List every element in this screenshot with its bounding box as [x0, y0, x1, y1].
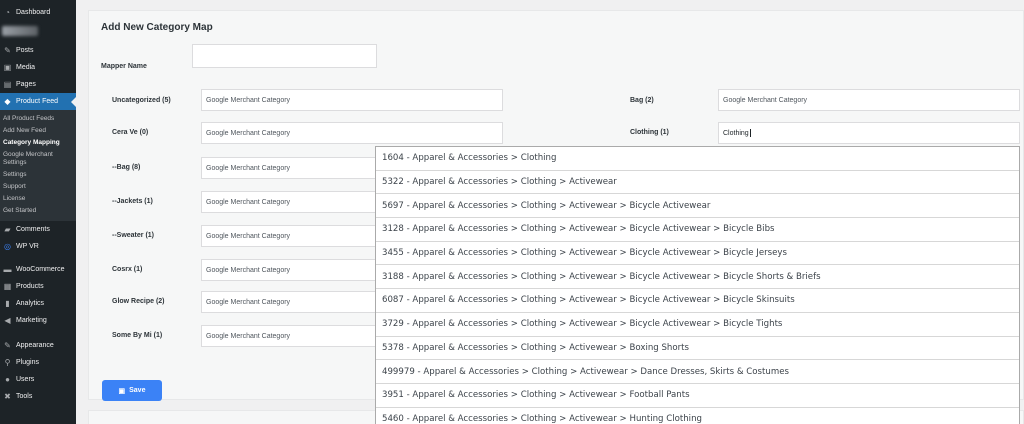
merchant-category-input-glow-recipe[interactable]: Google Merchant Category [201, 291, 376, 313]
dropdown-option[interactable]: 5460 - Apparel & Accessories > Clothing … [376, 408, 1019, 424]
media-icon: ▣ [3, 63, 12, 72]
pin-icon: ✎ [4, 46, 11, 55]
submenu-add-new-feed[interactable]: Add New Feed [0, 125, 76, 137]
dropdown-option[interactable]: 3128 - Apparel & Accessories > Clothing … [376, 218, 1019, 242]
merchant-category-input-bag[interactable]: Google Merchant Category [718, 89, 1020, 111]
merchant-category-input-clothing[interactable]: Clothing [718, 122, 1020, 144]
category-label-some-by-mi: Some By Mi (1) [112, 332, 163, 339]
text-cursor [749, 129, 751, 137]
menu-dashboard[interactable]: ◔ Dashboard [0, 4, 76, 21]
product-feed-submenu: All Product Feeds Add New Feed Category … [0, 110, 76, 221]
dropdown-option[interactable]: 3188 - Apparel & Accessories > Clothing … [376, 265, 1019, 290]
category-label-cera-ve: Cera Ve (0) [112, 129, 149, 136]
menu-media[interactable]: ▣ Media [0, 59, 76, 76]
merchant-category-input-cosrx[interactable]: Google Merchant Category [201, 259, 376, 281]
menu-products[interactable]: ▦ Products [0, 278, 76, 295]
merchant-category-input-uncategorized[interactable]: Google Merchant Category [201, 89, 503, 111]
merchant-category-input-sweater[interactable]: Google Merchant Category [201, 225, 376, 247]
menu-pages[interactable]: ▤ Pages [0, 76, 76, 93]
submenu-get-started[interactable]: Get Started [0, 205, 76, 217]
mapper-name-label: Mapper Name [101, 63, 147, 70]
menu-comments[interactable]: ▰ Comments [0, 221, 76, 238]
dropdown-option[interactable]: 6087 - Apparel & Accessories > Clothing … [376, 289, 1019, 313]
save-button[interactable]: ▣ Save [102, 380, 162, 401]
megaphone-icon: ◀ [4, 316, 11, 325]
dropdown-option[interactable]: 3455 - Apparel & Accessories > Clothing … [376, 242, 1019, 266]
clothing-input-text: Clothing [723, 129, 749, 137]
menu-appearance[interactable]: ✎ Appearance [0, 337, 76, 354]
menu-woocommerce[interactable]: ▬ WooCommerce [0, 261, 76, 278]
dropdown-option[interactable]: 3729 - Apparel & Accessories > Clothing … [376, 313, 1019, 337]
analytics-icon: ▮ [5, 299, 10, 308]
category-label-glow-recipe: Glow Recipe (2) [112, 298, 165, 305]
menu-analytics[interactable]: ▮ Analytics [0, 295, 76, 312]
menu-users[interactable]: ● Users [0, 371, 76, 388]
dropdown-option[interactable]: 499979 - Apparel & Accessories > Clothin… [376, 360, 1019, 384]
submenu-all-product-feeds[interactable]: All Product Feeds [0, 113, 76, 125]
menu-marketing[interactable]: ◀ Marketing [0, 312, 76, 329]
brush-icon: ✎ [4, 341, 11, 350]
menu-product-feed[interactable]: ◆ Product Feed [0, 93, 76, 110]
mapper-name-input[interactable] [192, 44, 377, 68]
pages-icon: ▤ [3, 80, 12, 89]
dropdown-option[interactable]: 1604 - Apparel & Accessories > Clothing [376, 147, 1019, 171]
category-label-cosrx: Cosrx (1) [112, 266, 143, 273]
category-label-bag: Bag (2) [630, 97, 654, 104]
vr-icon: ◎ [4, 242, 11, 251]
submenu-category-mapping[interactable]: Category Mapping [0, 137, 76, 149]
blurred-menu-item [2, 26, 38, 36]
category-label-uncategorized: Uncategorized (5) [112, 97, 171, 104]
merchant-category-input-bag-child[interactable]: Google Merchant Category [201, 157, 376, 179]
category-label-sweater: --Sweater (1) [112, 232, 155, 239]
page-title: Add New Category Map [101, 22, 213, 33]
submenu-license[interactable]: License [0, 193, 76, 205]
active-arrow-icon [71, 96, 76, 107]
dropdown-option[interactable]: 3951 - Apparel & Accessories > Clothing … [376, 384, 1019, 408]
products-icon: ▦ [3, 282, 12, 291]
wrench-icon: ✖ [4, 392, 11, 401]
submenu-settings[interactable]: Settings [0, 169, 76, 181]
category-autocomplete-dropdown: 1604 - Apparel & Accessories > Clothing … [375, 146, 1020, 424]
submenu-google-merchant-settings[interactable]: Google Merchant Settings [0, 149, 76, 169]
merchant-category-input-cera-ve[interactable]: Google Merchant Category [201, 122, 503, 144]
dropdown-option[interactable]: 5322 - Apparel & Accessories > Clothing … [376, 171, 1019, 195]
save-icon: ▣ [118, 387, 126, 395]
category-label-jackets: --Jackets (1) [112, 198, 153, 205]
woocommerce-icon: ▬ [3, 265, 12, 274]
dropdown-option[interactable]: 5697 - Apparel & Accessories > Clothing … [376, 194, 1019, 219]
comments-icon: ▰ [4, 225, 11, 234]
dashboard-icon: ◔ [5, 8, 10, 17]
merchant-category-input-jackets[interactable]: Google Merchant Category [201, 191, 376, 213]
merchant-category-input-some-by-mi[interactable]: Google Merchant Category [201, 325, 376, 347]
feed-icon: ◆ [4, 97, 11, 106]
category-label-bag-child: --Bag (8) [112, 164, 141, 171]
category-label-clothing: Clothing (1) [630, 129, 669, 136]
menu-wpvr[interactable]: ◎ WP VR [0, 238, 76, 255]
menu-posts[interactable]: ✎ Posts [0, 42, 76, 59]
dropdown-option[interactable]: 5378 - Apparel & Accessories > Clothing … [376, 337, 1019, 361]
plug-icon: ⚲ [4, 358, 11, 367]
users-icon: ● [5, 375, 10, 384]
submenu-support[interactable]: Support [0, 181, 76, 193]
admin-sidebar: ◔ Dashboard ✎ Posts ▣ Media ▤ Pages ◆ Product… [0, 0, 76, 424]
menu-tools[interactable]: ✖ Tools [0, 388, 76, 405]
menu-plugins[interactable]: ⚲ Plugins [0, 354, 76, 371]
